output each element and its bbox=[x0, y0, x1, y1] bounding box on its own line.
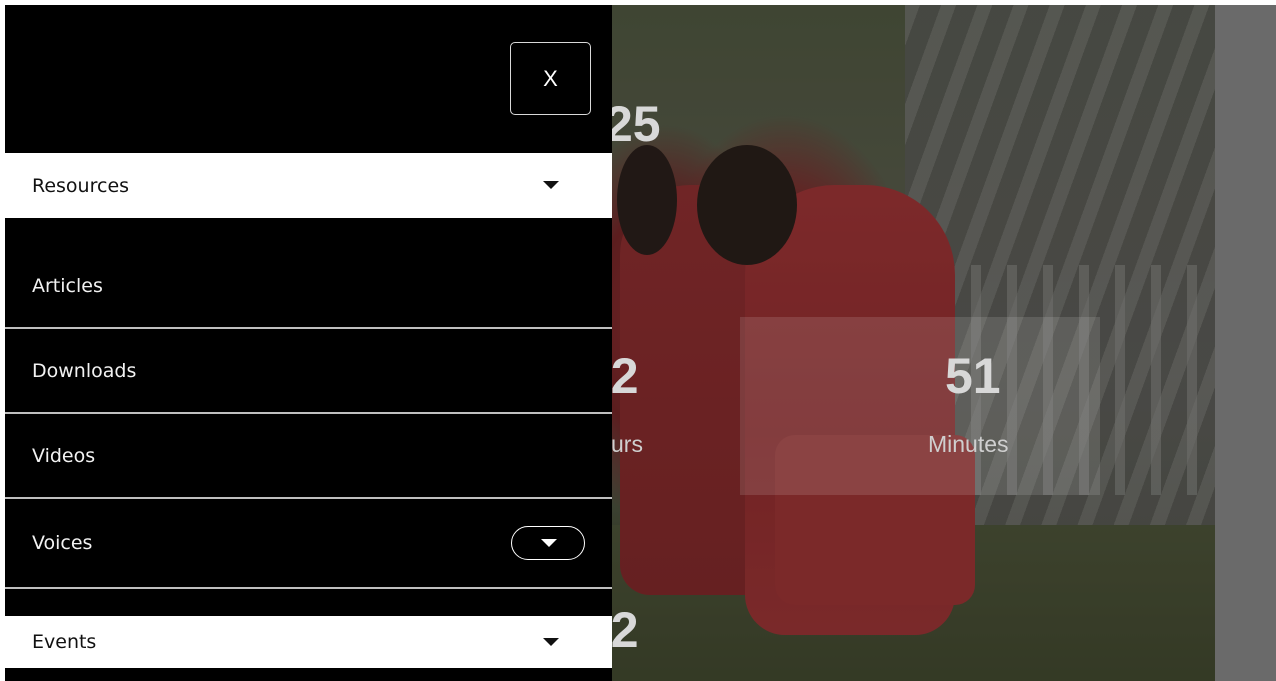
menu-item-articles[interactable]: Articles bbox=[5, 245, 612, 327]
countdown-top-value: 25 bbox=[605, 96, 661, 152]
resources-header-label: Resources bbox=[32, 174, 130, 197]
close-icon: X bbox=[543, 65, 558, 91]
menu-item-videos[interactable]: Videos bbox=[5, 414, 612, 497]
caret-down-icon bbox=[541, 539, 557, 547]
countdown-hours-label: urs bbox=[611, 431, 643, 457]
menu-item-label: Downloads bbox=[32, 359, 137, 382]
countdown-box-minutes bbox=[740, 317, 1100, 495]
close-menu-button[interactable]: X bbox=[510, 42, 591, 115]
caret-down-icon bbox=[543, 181, 559, 189]
menu-item-label: Voices bbox=[32, 532, 93, 554]
resources-header[interactable]: Resources bbox=[5, 153, 612, 218]
events-header-label: Events bbox=[32, 631, 97, 653]
side-menu: X Resources Articles Downloads Videos Vo… bbox=[5, 5, 612, 681]
menu-item-label: Videos bbox=[32, 444, 96, 467]
menu-item-label: Articles bbox=[32, 275, 103, 297]
divider bbox=[5, 587, 612, 589]
menu-item-downloads[interactable]: Downloads bbox=[5, 329, 612, 412]
right-overlay-strip bbox=[1215, 5, 1276, 681]
menu-item-voices[interactable]: Voices bbox=[5, 499, 612, 587]
countdown-minutes-label: Minutes bbox=[928, 431, 1009, 457]
events-header[interactable]: Events bbox=[5, 616, 612, 668]
caret-down-icon bbox=[543, 638, 559, 646]
countdown-minutes-value: 51 bbox=[945, 348, 1001, 404]
voices-expand-toggle[interactable] bbox=[511, 526, 585, 560]
